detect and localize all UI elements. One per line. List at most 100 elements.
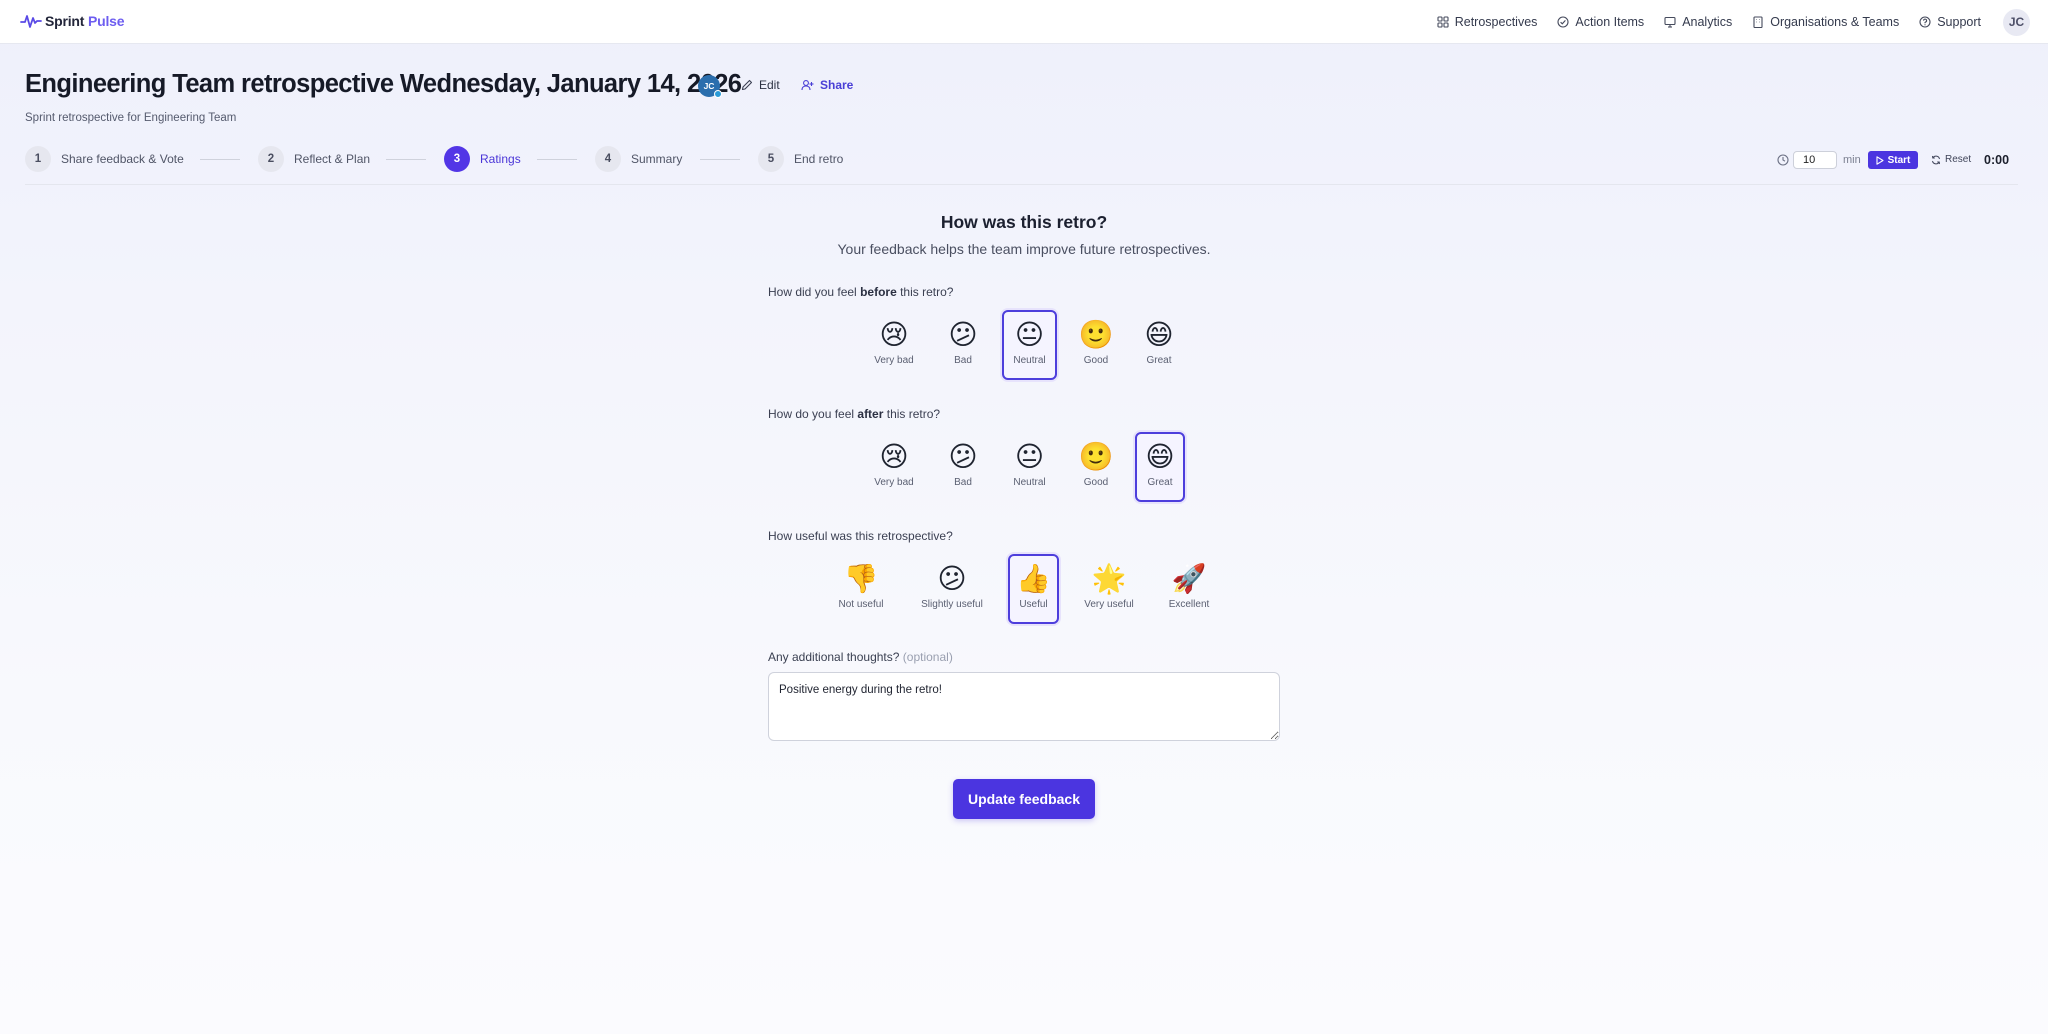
usefulness-option[interactable]: 🌟 Very useful bbox=[1076, 554, 1142, 624]
rating-label: Very bad bbox=[874, 477, 914, 488]
rating-option[interactable]: 😢 Very bad bbox=[870, 432, 918, 502]
step-number: 1 bbox=[25, 146, 51, 172]
rating-option[interactable]: 😕 Bad bbox=[940, 310, 986, 380]
step-reflect-plan[interactable]: 2 Reflect & Plan bbox=[258, 146, 370, 172]
step-end-retro[interactable]: 5 End retro bbox=[758, 146, 843, 172]
user-avatar[interactable]: JC bbox=[2003, 8, 2030, 36]
usefulness-label: Useful bbox=[1019, 599, 1048, 610]
rating-label: Bad bbox=[954, 355, 972, 366]
usefulness-option[interactable]: 😕 Slightly useful bbox=[912, 554, 992, 624]
nav-label: Organisations & Teams bbox=[1770, 15, 1900, 29]
participant-avatar: JC bbox=[698, 75, 722, 98]
grinning-face-icon: 😄 bbox=[1144, 318, 1174, 351]
avatar-initials: JC bbox=[703, 81, 715, 91]
rating-option[interactable]: 😕 Bad bbox=[940, 432, 986, 502]
step-share-feedback[interactable]: 1 Share feedback & Vote bbox=[25, 146, 184, 172]
step-connector bbox=[200, 159, 240, 160]
rating-label: Great bbox=[1147, 477, 1173, 488]
nav-label: Action Items bbox=[1575, 15, 1645, 29]
header-divider bbox=[25, 184, 2018, 185]
grinning-face-icon: 😄 bbox=[1145, 440, 1175, 473]
rating-option[interactable]: 😄 Great bbox=[1136, 310, 1182, 380]
rating-label: Good bbox=[1083, 355, 1109, 366]
usefulness-option[interactable]: 🚀 Excellent bbox=[1160, 554, 1218, 624]
rocket-icon: 🚀 bbox=[1171, 562, 1207, 595]
rating-label: Neutral bbox=[1013, 477, 1046, 488]
rating-option-selected[interactable]: 😄 Great bbox=[1135, 432, 1185, 502]
nav-support[interactable]: Support bbox=[1919, 15, 1981, 29]
optional-tag: (optional) bbox=[902, 650, 953, 664]
update-feedback-button[interactable]: Update feedback bbox=[953, 779, 1095, 819]
share-button[interactable]: Share bbox=[801, 78, 853, 92]
nav-organisations-teams[interactable]: Organisations & Teams bbox=[1752, 15, 1899, 29]
help-circle-icon bbox=[1919, 16, 1931, 28]
online-status-dot bbox=[714, 90, 722, 98]
pencil-icon bbox=[741, 79, 753, 91]
timer-display: 0:00 bbox=[1984, 153, 2010, 167]
rating-label: Great bbox=[1146, 355, 1172, 366]
step-connector bbox=[700, 159, 740, 160]
neutral-face-icon: 😐 bbox=[1014, 318, 1045, 351]
rating-option[interactable]: 🙂 Good bbox=[1073, 310, 1119, 380]
rating-option[interactable]: 😐 Neutral bbox=[1006, 432, 1053, 502]
crying-face-icon: 😢 bbox=[879, 318, 909, 351]
check-circle-icon bbox=[1557, 16, 1569, 28]
brand-name: Sprint Pulse bbox=[45, 13, 125, 29]
page-subtitle: Sprint retrospective for Engineering Tea… bbox=[25, 112, 237, 124]
edit-label: Edit bbox=[759, 78, 780, 92]
survey-subtitle: Your feedback helps the team improve fut… bbox=[837, 241, 1211, 257]
usefulness-label: Not useful bbox=[838, 599, 884, 610]
nav-analytics[interactable]: Analytics bbox=[1664, 15, 1732, 29]
additional-thoughts-textarea[interactable]: Positive energy during the retro! bbox=[768, 672, 1280, 741]
play-icon bbox=[1876, 155, 1884, 165]
refresh-icon bbox=[1932, 155, 1940, 164]
thumbs-down-icon: 👎 bbox=[843, 562, 879, 595]
user-plus-icon bbox=[801, 80, 814, 91]
step-label: Reflect & Plan bbox=[294, 152, 371, 166]
timer-reset-button[interactable]: Reset bbox=[1931, 154, 1971, 165]
step-ratings[interactable]: 3 Ratings bbox=[444, 146, 521, 172]
usefulness-option-selected[interactable]: 👍 Useful bbox=[1008, 554, 1059, 624]
usefulness-label: Excellent bbox=[1168, 599, 1210, 610]
rating-label: Good bbox=[1083, 477, 1109, 488]
step-label: Summary bbox=[631, 152, 683, 166]
brand-logo[interactable]: Sprint Pulse bbox=[20, 13, 125, 29]
nav-label: Retrospectives bbox=[1454, 15, 1538, 29]
rating-label: Bad bbox=[954, 477, 972, 488]
step-label: Ratings bbox=[480, 152, 521, 166]
step-label: Share feedback & Vote bbox=[61, 152, 184, 166]
timer-minutes-input[interactable] bbox=[1793, 151, 1837, 169]
step-number: 4 bbox=[595, 146, 621, 172]
smiling-face-icon: 🙂 bbox=[1078, 440, 1114, 473]
crying-face-icon: 😢 bbox=[879, 440, 909, 473]
nav-retrospectives[interactable]: Retrospectives bbox=[1437, 15, 1538, 29]
smiling-face-icon: 🙂 bbox=[1078, 318, 1114, 351]
confused-face-icon: 😕 bbox=[948, 318, 978, 351]
usefulness-label: Very useful bbox=[1084, 599, 1134, 610]
question-usefulness: How useful was this retrospective? bbox=[768, 529, 953, 543]
rating-option[interactable]: 😢 Very bad bbox=[870, 310, 918, 380]
step-connector bbox=[386, 159, 426, 160]
step-number: 3 bbox=[444, 146, 470, 172]
timer-start-button[interactable]: Start bbox=[1868, 151, 1918, 169]
page-title: Engineering Team retrospective Wednesday… bbox=[25, 70, 742, 98]
confused-face-icon: 😕 bbox=[948, 440, 978, 473]
question-before: How did you feel before this retro? bbox=[768, 285, 954, 299]
thumbs-up-icon: 👍 bbox=[1016, 562, 1051, 595]
share-label: Share bbox=[820, 78, 854, 92]
step-summary[interactable]: 4 Summary bbox=[595, 146, 682, 172]
step-label: End retro bbox=[794, 152, 844, 166]
clock-icon bbox=[1777, 154, 1789, 166]
rating-option[interactable]: 🙂 Good bbox=[1073, 432, 1119, 502]
edit-button[interactable]: Edit bbox=[741, 78, 780, 92]
top-navigation: Sprint Pulse Retrospectives Action Items… bbox=[0, 0, 2048, 44]
nav-action-items[interactable]: Action Items bbox=[1557, 15, 1644, 29]
step-connector bbox=[537, 159, 577, 160]
nav-label: Support bbox=[1937, 15, 1981, 29]
start-label: Start bbox=[1887, 154, 1911, 166]
neutral-face-icon: 😐 bbox=[1014, 440, 1045, 473]
rating-option-selected[interactable]: 😐 Neutral bbox=[1002, 310, 1057, 380]
nav-label: Analytics bbox=[1682, 15, 1733, 29]
usefulness-option[interactable]: 👎 Not useful bbox=[832, 554, 890, 624]
building-icon bbox=[1753, 16, 1763, 28]
